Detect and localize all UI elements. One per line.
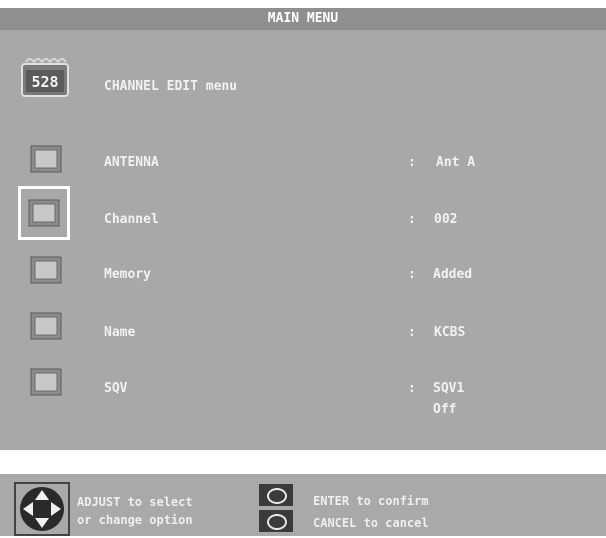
memory-label: Memory [104,267,151,282]
main-menu-title: MAIN MENU [0,8,606,30]
sqv-label: SQV [104,381,128,396]
channel-edit-icon: 528 [21,58,69,97]
antenna-value[interactable]: Ant A [436,155,475,170]
antenna-row-button[interactable] [30,145,62,173]
menu-title: CHANNEL EDIT menu [104,79,238,94]
memory-value[interactable]: Added [433,267,472,282]
adjust-help-line2: or change option [77,513,193,527]
sqv-value[interactable]: SQV1 [433,381,464,396]
antenna-label: ANTENNA [104,155,159,170]
sqv-row-button[interactable] [30,368,62,396]
channel-label: Channel [104,212,159,227]
memory-colon: : [408,267,416,282]
name-colon: : [408,325,416,340]
cancel-key-icon[interactable] [259,510,293,532]
memory-row-button[interactable] [30,256,62,284]
cancel-help-text: CANCEL to cancel [313,516,429,530]
direction-pad-icon [20,487,64,531]
channel-value[interactable]: 002 [434,212,457,227]
selection-highlight [18,186,70,240]
name-label: Name [104,325,136,340]
enter-key-icon[interactable] [259,484,293,506]
channel-colon: : [408,212,416,227]
channel-edit-panel [0,30,606,450]
antenna-colon: : [408,155,416,170]
adjust-control[interactable] [14,482,70,536]
adjust-help-line1: ADJUST to select [77,495,193,509]
name-row-button[interactable] [30,312,62,340]
enter-help-text: ENTER to confirm [313,494,429,508]
svg-text:528: 528 [31,73,58,91]
name-value[interactable]: KCBS [434,325,465,340]
sqv-value-secondary[interactable]: Off [433,402,456,417]
sqv-colon: : [408,381,416,396]
